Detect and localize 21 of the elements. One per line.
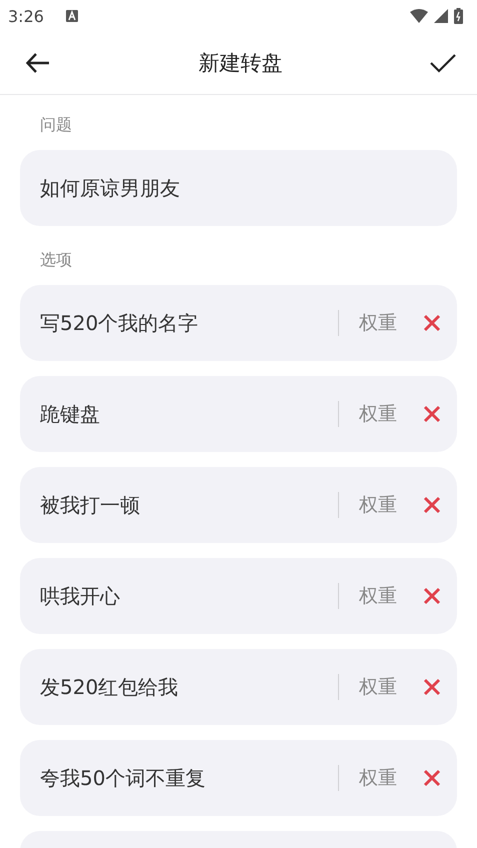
weight-field[interactable]: 权重: [359, 312, 403, 334]
option-field[interactable]: 写520个我的名字: [40, 311, 330, 335]
weight-field[interactable]: 权重: [359, 676, 403, 698]
question-field[interactable]: 如何原谅男朋友: [20, 150, 457, 226]
option-field[interactable]: 哄我开心: [40, 584, 330, 608]
section-label: 问题: [40, 115, 72, 136]
page-title: 新建转盘: [198, 50, 282, 77]
notification-icon: [66, 10, 78, 22]
battery-icon: [454, 8, 463, 24]
signal-icon: [434, 9, 448, 23]
weight-field[interactable]: 权重: [359, 494, 403, 516]
status-time: 3:26: [8, 6, 44, 26]
option-field[interactable]: 跪键盘: [40, 402, 330, 426]
option-field[interactable]: 夸我50个词不重复: [40, 766, 330, 790]
weight-field[interactable]: 权重: [359, 585, 403, 607]
weight-field[interactable]: 权重: [359, 767, 403, 789]
section-label: 选项: [40, 250, 72, 271]
wifi-icon: [410, 9, 428, 23]
option-field[interactable]: 发520红包给我: [40, 675, 330, 699]
option-field[interactable]: 被我打一顿: [40, 493, 330, 517]
weight-field[interactable]: 权重: [359, 403, 403, 425]
